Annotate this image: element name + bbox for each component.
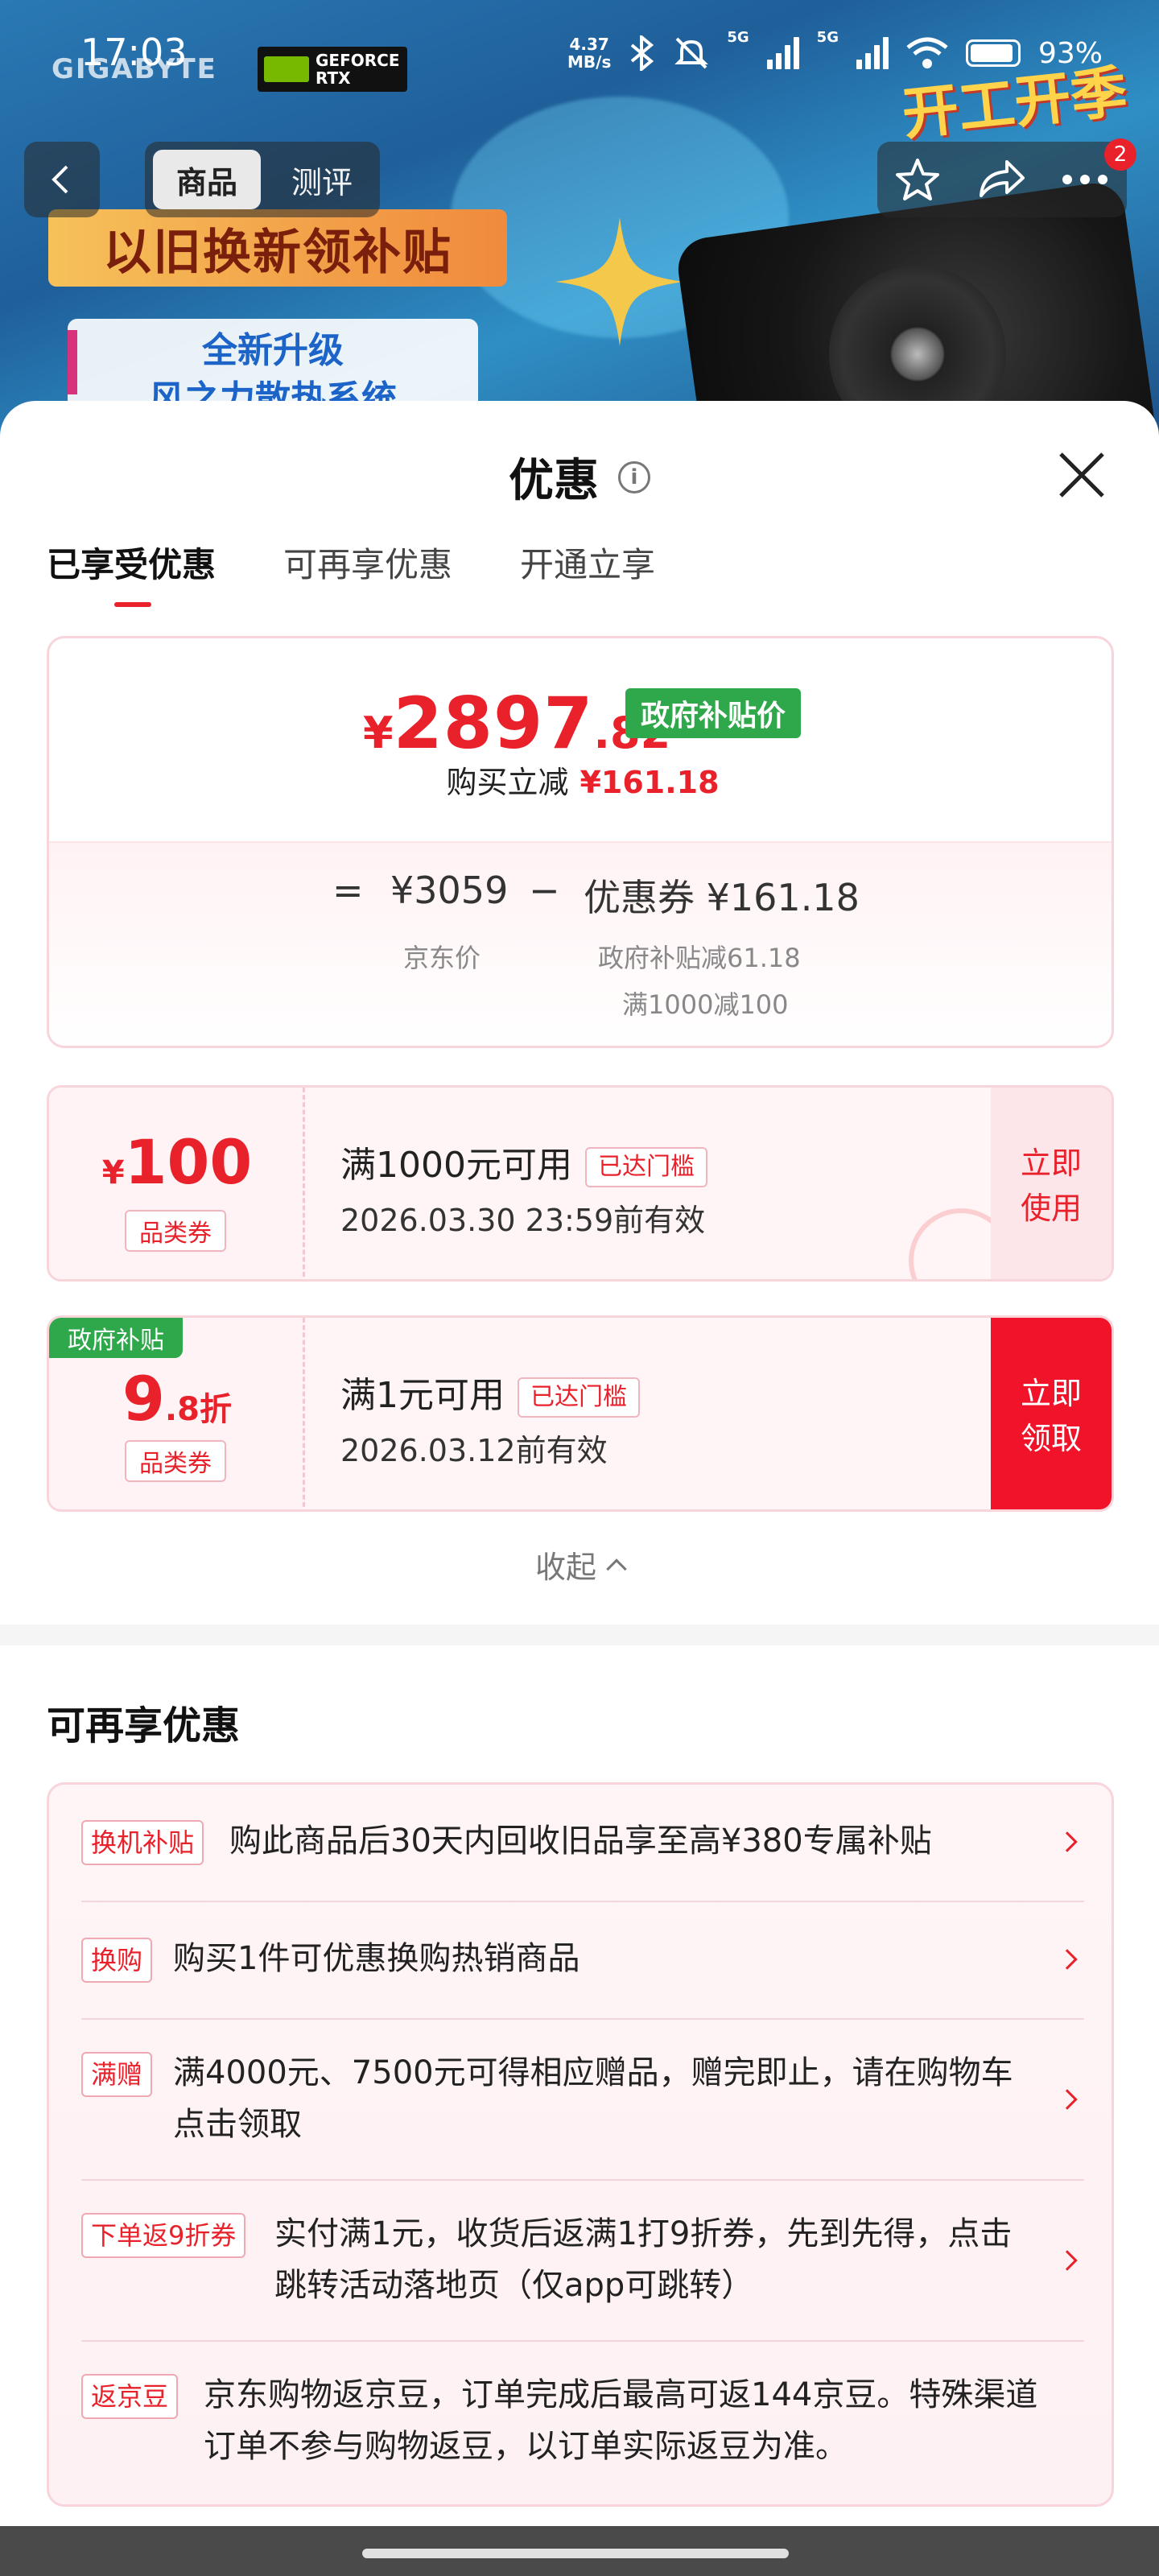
back-arrow-icon: [52, 165, 68, 194]
full-reduction-detail: 满1000减100: [622, 989, 789, 1020]
gov-subsidy-tag: 政府补贴: [49, 1318, 183, 1358]
promo-text: 实付满1元，收货后返满1打9折券，先到先得，点击 跳转活动落地页（仅app可跳转…: [274, 2215, 1013, 2304]
home-gesture-handle[interactable]: [362, 2549, 789, 2558]
network-type-2: 5G: [816, 29, 839, 46]
chevron-up-icon: [606, 1558, 627, 1579]
tab-enjoyed[interactable]: 已享受优惠: [47, 544, 216, 609]
section-divider: [0, 1624, 1159, 1645]
promo-tag: 下单返9折券: [81, 2213, 246, 2258]
more-discounts-list: 换机补贴 购此商品后30天内回收旧品享至高¥380专属补贴 换购 购买1件可优惠…: [47, 1782, 1114, 2507]
battery-icon: [965, 39, 1021, 67]
tab-more-available[interactable]: 可再享优惠: [283, 544, 452, 609]
tab-activate[interactable]: 开通立享: [520, 544, 655, 609]
coupon-condition: 满1000元可用 已达门槛: [340, 1136, 707, 1187]
notification-badge: 2: [1104, 138, 1136, 171]
coupon-value-area: 政府补贴 9.8折 品类券: [49, 1318, 305, 1509]
promo-tag: 换机补贴: [81, 1820, 204, 1865]
instant-reduction: 购买立减 ¥161.18: [446, 765, 720, 800]
promo-text: 满4000元、7500元可得相应赠品，赠完即止，请在购物车 点击领取: [173, 2054, 1013, 2143]
accent-bar: [68, 330, 77, 394]
gov-subsidy-detail: 政府补贴减61.18: [598, 943, 801, 973]
back-button[interactable]: [24, 142, 100, 217]
jd-price-label: 京东价: [403, 943, 481, 973]
coupon-expiry: 2026.03.12前有效: [340, 1433, 608, 1468]
price-breakdown: [49, 841, 1112, 1046]
final-price: ¥2897.82: [363, 682, 670, 765]
system-navigation-bar: [0, 2526, 1159, 2576]
coupon-value: 9.8折: [122, 1363, 232, 1435]
discount-sheet: 优惠 i 已享受优惠 可再享优惠 开通立享 ¥2897.82 政府补贴价 购买立减…: [0, 401, 1159, 2526]
network-type-1: 5G: [727, 29, 749, 46]
mute-icon: [674, 37, 709, 69]
list-item[interactable]: 返京豆 京东购物返京豆，订单完成后最高可返144京豆。特殊渠道 订单不参与购物返…: [81, 2342, 1084, 2503]
list-item[interactable]: 满赠 满4000元、7500元可得相应赠品，赠完即止，请在购物车 点击领取: [81, 2020, 1084, 2181]
status-bar: 17:03 4.37 MB/s 5G 5G 93%: [0, 0, 1159, 105]
header-tools: [877, 142, 1127, 217]
system-icons: 4.37 MB/s 5G 5G 93%: [567, 29, 1103, 77]
coupon-condition: 满1元可用 已达门槛: [340, 1366, 640, 1418]
list-item[interactable]: 换购 购买1件可优惠换购热销商品: [81, 1902, 1084, 2020]
threshold-reached-tag: 已达门槛: [518, 1377, 640, 1418]
product-banner: GIGABYTE GEFORCE RTX 开工开季 以旧换新领补贴 全新升级 风…: [0, 0, 1159, 451]
chevron-right-icon: [1057, 1831, 1078, 1852]
coupon-card: ¥100 品类券 满1000元可用 已达门槛 2026.03.30 23:59前有…: [47, 1085, 1114, 1282]
banner-headline: 以旧换新领补贴: [48, 209, 507, 287]
jd-price: ¥3059: [390, 869, 509, 912]
close-icon[interactable]: [1056, 449, 1107, 501]
banner-sub-line-1: 全新升级: [202, 330, 344, 371]
coupon-total: 优惠券 ¥161.18: [584, 876, 860, 919]
gov-subsidy-price-tag: 政府补贴价: [625, 688, 801, 738]
promo-tag: 满赠: [81, 2052, 153, 2097]
list-item[interactable]: 下单返9折券 实付满1元，收货后返满1打9折券，先到先得，点击 跳转活动落地页（…: [81, 2181, 1084, 2342]
page-segment-control: 商品 测评: [145, 142, 380, 217]
coupon-expiry: 2026.03.30 23:59前有效: [340, 1203, 706, 1238]
promo-tag: 换购: [81, 1938, 153, 1983]
status-time: 17:03: [80, 31, 188, 74]
tab-product[interactable]: 商品: [153, 150, 261, 209]
chevron-right-icon: [1057, 2250, 1078, 2271]
coupon-type-tag: 品类券: [125, 1440, 226, 1482]
coupon-value: ¥100: [101, 1126, 253, 1198]
chevron-right-icon: [1057, 1949, 1078, 1970]
network-speed: 4.37 MB/s: [567, 35, 612, 72]
collapse-button[interactable]: 收起: [0, 1542, 1159, 1587]
bluetooth-icon: [631, 35, 654, 71]
claim-now-button[interactable]: 立即 领取: [991, 1318, 1112, 1509]
list-item[interactable]: 换机补贴 购此商品后30天内回收旧品享至高¥380专属补贴: [81, 1785, 1084, 1902]
tab-review[interactable]: 测评: [274, 150, 370, 209]
sheet-title-text: 优惠: [509, 455, 599, 507]
coupon-value-area: ¥100 品类券: [49, 1088, 305, 1279]
share-icon[interactable]: [975, 155, 1026, 204]
promo-tag: 返京豆: [81, 2374, 179, 2419]
price-summary-card: ¥2897.82 政府补贴价 购买立减¥161.18 = ¥3059 − 优惠券…: [47, 636, 1114, 1048]
threshold-reached-tag: 已达门槛: [584, 1147, 707, 1187]
top-navigation: 商品 测评 2: [0, 138, 1159, 219]
wifi-icon: [906, 37, 948, 68]
battery-percent: 93%: [1037, 36, 1103, 70]
signal-icon-1: [766, 37, 799, 69]
discount-tabs: 已享受优惠 可再享优惠 开通立享: [47, 544, 655, 609]
signal-icon-2: [856, 37, 889, 69]
more-icon[interactable]: [1059, 171, 1111, 188]
chevron-right-icon: [1057, 2089, 1078, 2110]
coupon-card: 政府补贴 9.8折 品类券 满1元可用 已达门槛 2026.03.12前有效 立即…: [47, 1315, 1114, 1512]
more-discounts-title: 可再享优惠: [47, 1703, 241, 1748]
promo-text: 京东购物返京豆，订单完成后最高可返144京豆。特殊渠道 订单不参与购物返豆，以订…: [204, 2376, 1038, 2465]
use-now-button[interactable]: 立即 使用: [991, 1088, 1112, 1279]
promo-text: 购买1件可优惠换购热销商品: [173, 1940, 580, 1977]
info-icon[interactable]: i: [618, 460, 650, 493]
coupon-type-tag: 品类券: [125, 1210, 226, 1252]
promo-text: 购此商品后30天内回收旧品享至高¥380专属补贴: [229, 1823, 932, 1860]
sparkle-icon: [555, 217, 684, 346]
sheet-title: 优惠 i: [0, 444, 1159, 510]
favorite-star-icon[interactable]: [893, 155, 942, 204]
